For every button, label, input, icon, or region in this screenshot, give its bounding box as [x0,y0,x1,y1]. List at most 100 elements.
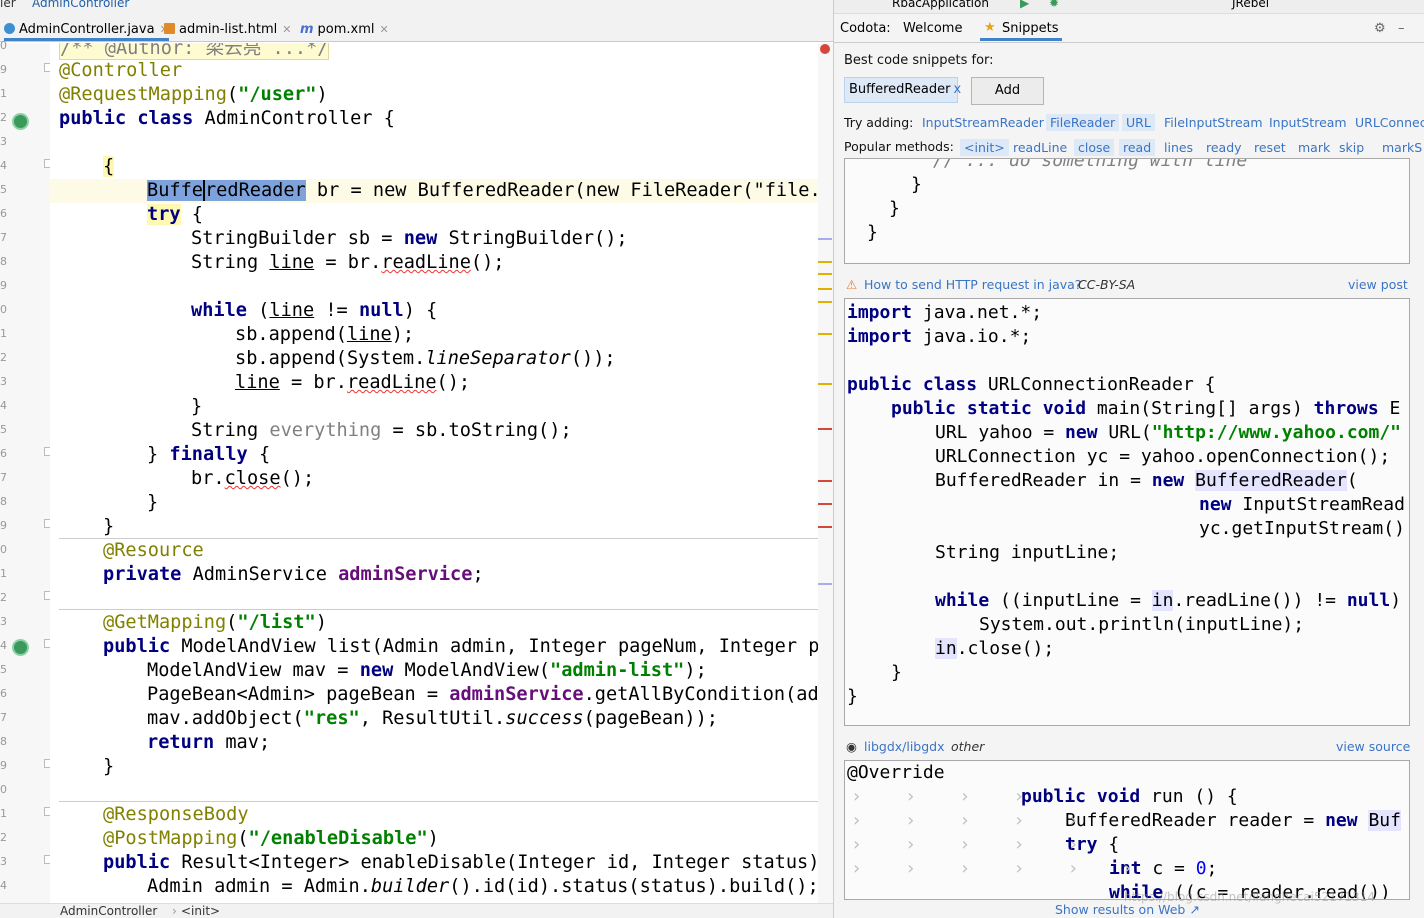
line-number: 6 [0,447,7,460]
line-number: 0 [0,543,7,556]
breadcrumb-fragment: ler [0,0,16,10]
line-number: 2 [0,351,7,364]
stripe-marker[interactable] [818,333,832,335]
tab-admin-list-html[interactable]: admin-list.html ✕ [164,19,291,41]
method-ready[interactable]: ready [1206,140,1242,155]
snippet-code-2[interactable]: import java.net.*; import java.io.*; pub… [844,298,1410,726]
post-title-link[interactable]: How to send HTTP request in java? [864,277,1081,292]
line-number: 8 [0,255,7,268]
status-member[interactable]: <init> [181,904,220,918]
code-line: } [103,516,115,537]
view-source-link[interactable]: view source [1336,739,1410,754]
tab-snippets[interactable]: Snippets [1002,21,1058,36]
folded-comment[interactable]: /** @Author: 梁云亮 ...*/ [59,43,330,60]
snippet-code-1[interactable]: // ... do something with line } } } [844,158,1410,264]
spring-bean-icon[interactable] [12,113,29,130]
line-number: 9 [0,759,7,772]
method-read[interactable]: read [1119,139,1156,156]
code-line: @PostMapping("/enableDisable") [103,828,439,849]
line-number: 7 [0,231,7,244]
view-post-link[interactable]: view post [1348,277,1408,292]
stripe-marker[interactable] [818,583,832,585]
debug-icon[interactable]: ✹ [1049,0,1059,10]
suggestion-fileinputstream[interactable]: FileInputStream [1164,115,1263,130]
line-number: 0 [0,303,7,316]
close-tab-icon[interactable]: ✕ [282,23,291,36]
code-line: Admin admin = Admin.builder().id(id).sta… [147,876,819,897]
suggestion-urlconnection[interactable]: URLConnec [1355,115,1424,130]
maven-icon: m [300,22,314,37]
line-number: 5 [0,423,7,436]
suggestion-inputstreamreader[interactable]: InputStreamReader [922,115,1044,130]
jrebel-select[interactable]: JRebel [1232,0,1269,10]
stripe-marker[interactable] [818,428,832,430]
code-line: } [147,492,159,513]
code-line: br.close(); [191,468,315,489]
add-button[interactable]: Add [971,77,1044,105]
tab-welcome[interactable]: Welcome [903,21,962,36]
suggestion-url[interactable]: URL [1122,114,1155,131]
stripe-marker[interactable] [818,526,832,528]
remove-chip-icon[interactable]: x [953,82,961,97]
suggestion-filereader[interactable]: FileReader [1046,114,1120,131]
gear-icon[interactable]: ⚙ [1374,21,1386,36]
stripe-marker[interactable] [818,261,832,263]
code-editor[interactable]: /** @Author: 梁云亮 ...*/ @Controller @Requ… [50,43,820,903]
method-lines[interactable]: lines [1164,140,1193,155]
method-skip[interactable]: skip [1339,140,1364,155]
best-snippets-label: Best code snippets for: [844,53,994,68]
line-number: 4 [0,399,7,412]
minimize-icon[interactable]: – [1398,21,1405,36]
line-number: 1 [0,87,7,100]
close-tab-icon[interactable]: ✕ [380,23,389,36]
line-number: 4 [0,639,7,652]
code-line: while (line != null) { [191,300,438,321]
method-mark[interactable]: mark [1298,140,1330,155]
stripe-marker[interactable] [818,503,832,505]
snippet-code-3[interactable]: @Override public void run () { BufferedR… [844,760,1410,900]
run-icon[interactable]: ▶ [1020,0,1029,10]
breadcrumb-class[interactable]: AdminController [32,0,129,10]
method-close[interactable]: close [1074,139,1115,156]
method-init[interactable]: <init> [960,139,1009,156]
error-stripe[interactable] [818,43,833,903]
code-line: line = br.readLine(); [235,372,471,393]
code-line: } [103,756,115,777]
line-number: 6 [0,687,7,700]
star-icon: ★ [984,20,996,35]
code-line: @Controller [59,60,183,81]
code-line: try { [147,204,203,225]
active-tab-underline [980,38,1062,41]
query-chip[interactable]: BufferedReader x [844,77,961,103]
stripe-marker[interactable] [818,480,832,482]
line-number: 5 [0,663,7,676]
line-number: 9 [0,279,7,292]
code-line: return mav; [147,732,271,753]
stripe-marker[interactable] [818,301,832,303]
code-line: String everything = sb.toString(); [191,420,572,441]
line-number: 4 [0,879,7,892]
stripe-marker[interactable] [818,273,832,275]
suggestion-inputstream[interactable]: InputStream [1269,115,1347,130]
code-line: public Result<Integer> enableDisable(Int… [103,852,820,873]
spring-bean-icon[interactable] [12,639,29,656]
method-readline[interactable]: readLine [1013,140,1067,155]
error-indicator-icon[interactable] [820,44,830,54]
line-number: 1 [0,327,7,340]
line-number: 3 [0,615,7,628]
code-line: @RequestMapping("/user") [59,84,328,105]
status-breadcrumb: AdminController › <init> [0,903,835,918]
stripe-marker[interactable] [818,238,832,240]
repo-link[interactable]: libgdx/libgdx [864,739,945,754]
show-results-link[interactable]: Show results on Web ↗ [1055,902,1200,917]
method-reset[interactable]: reset [1254,140,1286,155]
tab-pom-xml[interactable]: m pom.xml ✕ [300,19,389,41]
tab-admincontroller-java[interactable]: AdminController.java✕ [4,19,169,41]
status-class[interactable]: AdminController [60,904,157,918]
stripe-marker[interactable] [818,383,832,385]
codota-panel: RbacApplication ▶ ✹ JRebel Codota: Welco… [833,0,1424,918]
stripe-marker[interactable] [818,288,832,290]
method-marksupported[interactable]: markS [1382,140,1422,155]
run-config-select[interactable]: RbacApplication [892,0,989,10]
post-license: CC-BY-SA [1078,277,1136,292]
